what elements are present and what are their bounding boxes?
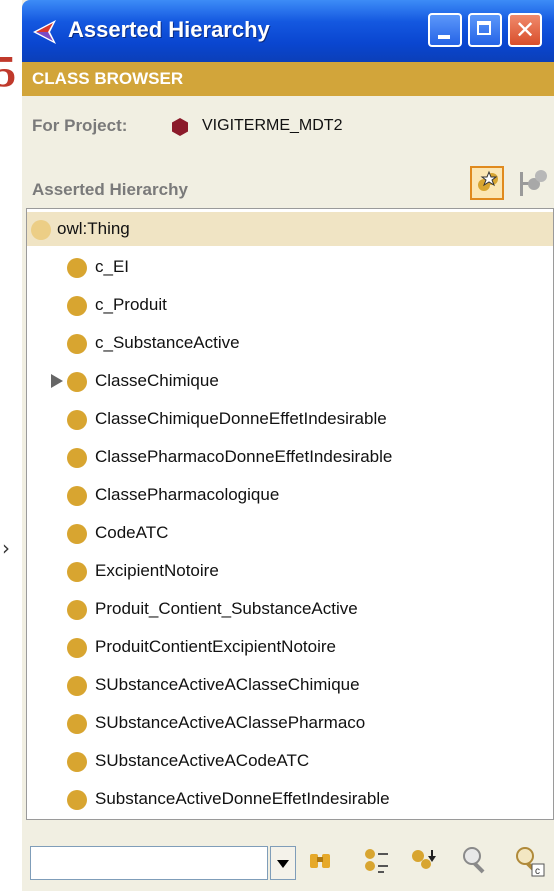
tree-row-label: SUbstanceActiveACodeATC	[95, 751, 310, 770]
class-icon	[67, 600, 87, 620]
class-down-icon[interactable]	[406, 844, 440, 878]
tree-row-label: ClasseChimique	[95, 371, 219, 390]
tree-row-label: ProduitContientExcipientNotoire	[95, 637, 336, 656]
tree-row[interactable]: ProduitContientExcipientNotoire	[27, 630, 553, 664]
class-icon	[67, 638, 87, 658]
tree-row-label: ClassePharmacologique	[95, 485, 280, 504]
tree-row-label: Produit_Contient_SubstanceActive	[95, 599, 358, 618]
hierarchy-header: Asserted Hierarchy	[22, 160, 554, 208]
tree-row[interactable]: SubstanceActiveDonneEffetIndesirable	[27, 782, 553, 816]
title-bar[interactable]: Asserted Hierarchy ✕	[22, 0, 554, 62]
svg-text:c: c	[535, 866, 540, 877]
close-button[interactable]: ✕	[508, 13, 542, 47]
tree-row[interactable]: SUbstanceActiveAClasseChimique	[27, 668, 553, 702]
search-dropdown-button[interactable]	[270, 846, 296, 880]
tree-row[interactable]: c_Produit	[27, 288, 553, 322]
class-icon	[67, 790, 87, 810]
class-icon	[67, 258, 87, 278]
create-class-icon	[478, 170, 498, 191]
expand-arrow-icon[interactable]	[51, 374, 63, 388]
background-fragment-arrow: ›	[2, 536, 10, 560]
class-list-icon[interactable]	[360, 844, 394, 878]
protege-app-icon	[33, 20, 56, 44]
search-icon[interactable]	[458, 844, 492, 878]
create-subclass-icon	[520, 170, 547, 196]
tree-row[interactable]: ClasseChimiqueDonneEffetIndesirable	[27, 402, 553, 436]
tree-row[interactable]: Produit_Contient_SubstanceActive	[27, 592, 553, 626]
tree-row-label: ClasseChimiqueDonneEffetIndesirable	[95, 409, 387, 428]
tree-row[interactable]: c_EI	[27, 250, 553, 284]
class-icon	[67, 676, 87, 696]
class-icon	[67, 562, 87, 582]
class-browser-header: CLASS BROWSER	[22, 62, 554, 96]
asserted-hierarchy-window: Asserted Hierarchy ✕ CLASS BROWSER For P…	[22, 0, 554, 891]
class-icon	[67, 486, 87, 506]
tree-row-label: ClassePharmacoDonneEffetIndesirable	[95, 447, 393, 466]
bottom-toolbar: c	[22, 822, 554, 891]
class-icon	[67, 334, 87, 354]
class-icon	[67, 372, 87, 392]
tree-row-label: SUbstanceActiveAClassePharmaco	[95, 713, 366, 732]
class-icon	[67, 524, 87, 544]
tree-row[interactable]: ExcipientNotoire	[27, 554, 553, 588]
left-edge-content: 5 ›	[0, 0, 22, 891]
tree-row[interactable]: ClassePharmacoDonneEffetIndesirable	[27, 440, 553, 474]
minimize-icon	[438, 35, 450, 39]
class-tree[interactable]: owl:Thing c_EI c_Produit c_SubstanceActive…	[26, 208, 554, 820]
tree-root-row[interactable]: owl:Thing	[27, 212, 553, 246]
project-name: VIGITERME_MDT2	[202, 117, 343, 134]
tree-row-label: c_Produit	[95, 295, 167, 314]
tree-row-label: SubstanceActiveDonneEffetIndesirable	[95, 789, 390, 808]
tree-row[interactable]: SUbstanceActiveAClassePharmaco	[27, 706, 553, 740]
minimize-button[interactable]	[428, 13, 462, 47]
chevron-down-icon	[277, 860, 289, 868]
class-icon	[67, 296, 87, 316]
project-hexagon-icon	[172, 118, 188, 136]
maximize-button[interactable]	[468, 13, 502, 47]
hierarchy-label: Asserted Hierarchy	[32, 180, 188, 199]
close-icon: ✕	[514, 16, 536, 44]
tree-row[interactable]: c_SubstanceActive	[27, 326, 553, 360]
tree-root-label: owl:Thing	[57, 219, 130, 238]
maximize-icon	[477, 21, 491, 35]
search-input[interactable]	[30, 846, 268, 880]
tree-row-label: c_SubstanceActive	[95, 333, 240, 352]
tree-row-label: ExcipientNotoire	[95, 561, 219, 580]
tree-row-label: SUbstanceActiveAClasseChimique	[95, 675, 360, 694]
create-subclass-button[interactable]	[516, 166, 550, 200]
class-icon	[67, 448, 87, 468]
project-label: For Project:	[32, 116, 128, 135]
background-fragment-red: 5	[0, 47, 16, 96]
tree-row[interactable]: ClassePharmacologique	[27, 478, 553, 512]
create-class-button[interactable]	[470, 166, 504, 200]
project-row: For Project: VIGITERME_MDT2	[22, 106, 554, 146]
window-title: Asserted Hierarchy	[68, 17, 270, 42]
tree-row-label: c_EI	[95, 257, 130, 276]
tree-row[interactable]: CodeATC	[27, 516, 553, 550]
binoculars-icon[interactable]	[304, 844, 338, 878]
tree-row[interactable]: SUbstanceActiveACodeATC	[27, 744, 553, 778]
class-icon	[67, 714, 87, 734]
class-icon	[67, 752, 87, 772]
tree-row-label: CodeATC	[95, 523, 169, 542]
tree-row[interactable]: ClasseChimique	[27, 364, 553, 398]
class-browser-label: CLASS BROWSER	[32, 69, 184, 88]
class-search-icon[interactable]: c	[512, 844, 546, 878]
class-icon	[31, 220, 51, 240]
class-icon	[67, 410, 87, 430]
